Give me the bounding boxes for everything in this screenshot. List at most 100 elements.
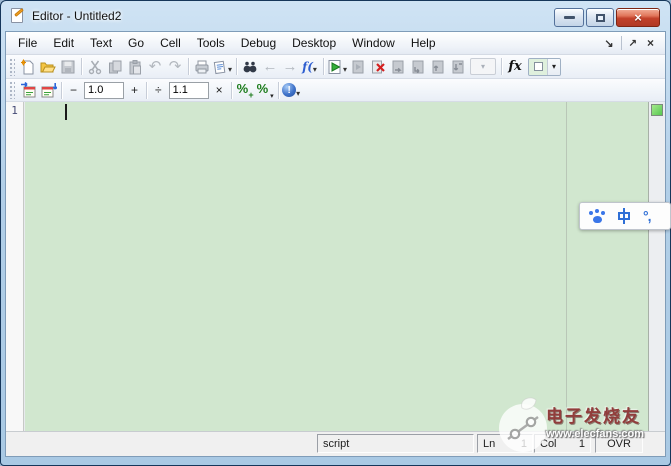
- continue-button[interactable]: [448, 57, 468, 77]
- minimize-button[interactable]: [554, 8, 584, 27]
- window-title: Editor - Untitled2: [32, 9, 121, 23]
- save-icon: [60, 59, 76, 75]
- publish-icon: [212, 59, 228, 75]
- step-in-button[interactable]: [408, 57, 428, 77]
- close-button[interactable]: ×: [616, 8, 660, 27]
- cell-info-button[interactable]: ! ▾: [282, 80, 302, 100]
- save-and-run-button[interactable]: [348, 57, 368, 77]
- punctuation-mode-icon[interactable]: °,: [643, 208, 651, 224]
- main-toolbar: ↶ ↷ ▾: [6, 55, 665, 79]
- column-label: Col: [540, 438, 557, 450]
- step-in-icon: [410, 59, 426, 75]
- insert-cell-divider-button[interactable]: % +: [235, 80, 255, 100]
- forward-arrow-icon: →: [283, 59, 298, 74]
- column-value: 1: [579, 438, 585, 450]
- print-button[interactable]: [192, 57, 212, 77]
- menu-file[interactable]: File: [10, 33, 45, 53]
- title-bar[interactable]: Editor - Untitled2 ×: [1, 1, 670, 31]
- client-area: File Edit Text Go Cell Tools Debug Deskt…: [5, 31, 666, 457]
- restore-button[interactable]: [586, 8, 614, 27]
- ime-paw-icon[interactable]: [589, 209, 606, 224]
- editor-app-icon: [10, 8, 26, 24]
- cell-value-left-input[interactable]: [84, 82, 124, 99]
- function-hints-button[interactable]: f( ▾: [300, 57, 320, 77]
- run-icon: [327, 59, 343, 75]
- run-dropdown-icon: ▾: [343, 65, 347, 74]
- toolbar-separator: [81, 58, 82, 75]
- step-out-icon: [430, 59, 446, 75]
- mlint-indicator[interactable]: [651, 104, 663, 116]
- status-bar: script Ln 1 Col 1 OVR: [6, 431, 665, 456]
- menu-window[interactable]: Window: [344, 33, 403, 53]
- close-icon: ×: [634, 10, 642, 25]
- dock-icon[interactable]: ↘: [599, 37, 618, 50]
- step-button[interactable]: [388, 57, 408, 77]
- insert-cell-menu-button[interactable]: % ▾: [255, 80, 275, 100]
- continue-icon: [450, 59, 466, 75]
- publish-dropdown-icon: ▾: [228, 65, 232, 74]
- stack-dropdown: ▾: [470, 58, 496, 75]
- insert-cell-menu-icon: % ▾: [256, 81, 274, 99]
- save-button[interactable]: [58, 57, 78, 77]
- divide-button[interactable]: ÷: [150, 81, 167, 99]
- menu-text[interactable]: Text: [82, 33, 120, 53]
- cut-button[interactable]: [85, 57, 105, 77]
- menu-tools[interactable]: Tools: [189, 33, 233, 53]
- cell-value-right-input[interactable]: [169, 82, 209, 99]
- function-browser-button[interactable]: fx: [505, 57, 525, 77]
- toolbar-separator: [323, 58, 324, 75]
- toolbar-separator: [236, 58, 237, 75]
- menu-cell[interactable]: Cell: [152, 33, 189, 53]
- code-area[interactable]: [25, 102, 649, 431]
- close-document-icon[interactable]: ×: [642, 36, 659, 50]
- text-caret: [65, 104, 67, 120]
- menu-help[interactable]: Help: [403, 33, 444, 53]
- highlight-dropdown-icon: ▾: [552, 62, 556, 71]
- toolbar-separator: [231, 82, 232, 99]
- menu-divider: [621, 36, 622, 50]
- back-arrow-icon: ←: [263, 59, 278, 74]
- increment-button[interactable]: +: [126, 81, 143, 99]
- line-label: Ln: [483, 438, 495, 450]
- highlight-color-dropdown[interactable]: ▾: [528, 58, 561, 76]
- new-script-button[interactable]: [18, 57, 38, 77]
- toolbar-separator: [61, 82, 62, 99]
- menu-desktop[interactable]: Desktop: [284, 33, 344, 53]
- toolbar-separator: [278, 82, 279, 99]
- chinese-mode-icon[interactable]: [617, 208, 632, 224]
- clear-breakpoints-button[interactable]: [368, 57, 388, 77]
- multiply-button[interactable]: ×: [211, 81, 228, 99]
- step-icon: [390, 59, 406, 75]
- find-replace-button[interactable]: [240, 57, 260, 77]
- new-script-icon: [20, 59, 36, 75]
- line-value: 1: [521, 438, 527, 450]
- menu-debug[interactable]: Debug: [233, 33, 284, 53]
- step-out-button[interactable]: [428, 57, 448, 77]
- redo-button[interactable]: ↷: [165, 57, 185, 77]
- message-bar: [649, 102, 665, 431]
- copy-button[interactable]: [105, 57, 125, 77]
- evaluate-cell-advance-button[interactable]: [38, 80, 58, 100]
- open-file-button[interactable]: [38, 57, 58, 77]
- toolbar-grip[interactable]: [9, 58, 15, 76]
- highlight-dropdown-button[interactable]: ▾: [547, 59, 560, 75]
- undock-icon[interactable]: ↗: [624, 38, 642, 49]
- print-icon: [194, 59, 210, 75]
- decrement-button[interactable]: −: [65, 81, 82, 99]
- redo-icon: ↷: [169, 59, 182, 74]
- publish-button[interactable]: ▾: [212, 57, 233, 77]
- paste-button[interactable]: [125, 57, 145, 77]
- evaluate-cell-button[interactable]: [18, 80, 38, 100]
- go-forward-button[interactable]: →: [280, 57, 300, 77]
- menu-edit[interactable]: Edit: [45, 33, 82, 53]
- highlight-swatch: [529, 59, 547, 75]
- run-button[interactable]: ▾: [327, 57, 348, 77]
- ime-status-bar[interactable]: °,: [579, 202, 671, 230]
- toolbar-grip[interactable]: [9, 81, 15, 99]
- go-back-button[interactable]: ←: [260, 57, 280, 77]
- overwrite-mode-box[interactable]: OVR: [595, 434, 643, 453]
- menu-go[interactable]: Go: [120, 33, 152, 53]
- undo-button[interactable]: ↶: [145, 57, 165, 77]
- overwrite-label: OVR: [607, 438, 631, 450]
- cut-icon: [87, 59, 103, 75]
